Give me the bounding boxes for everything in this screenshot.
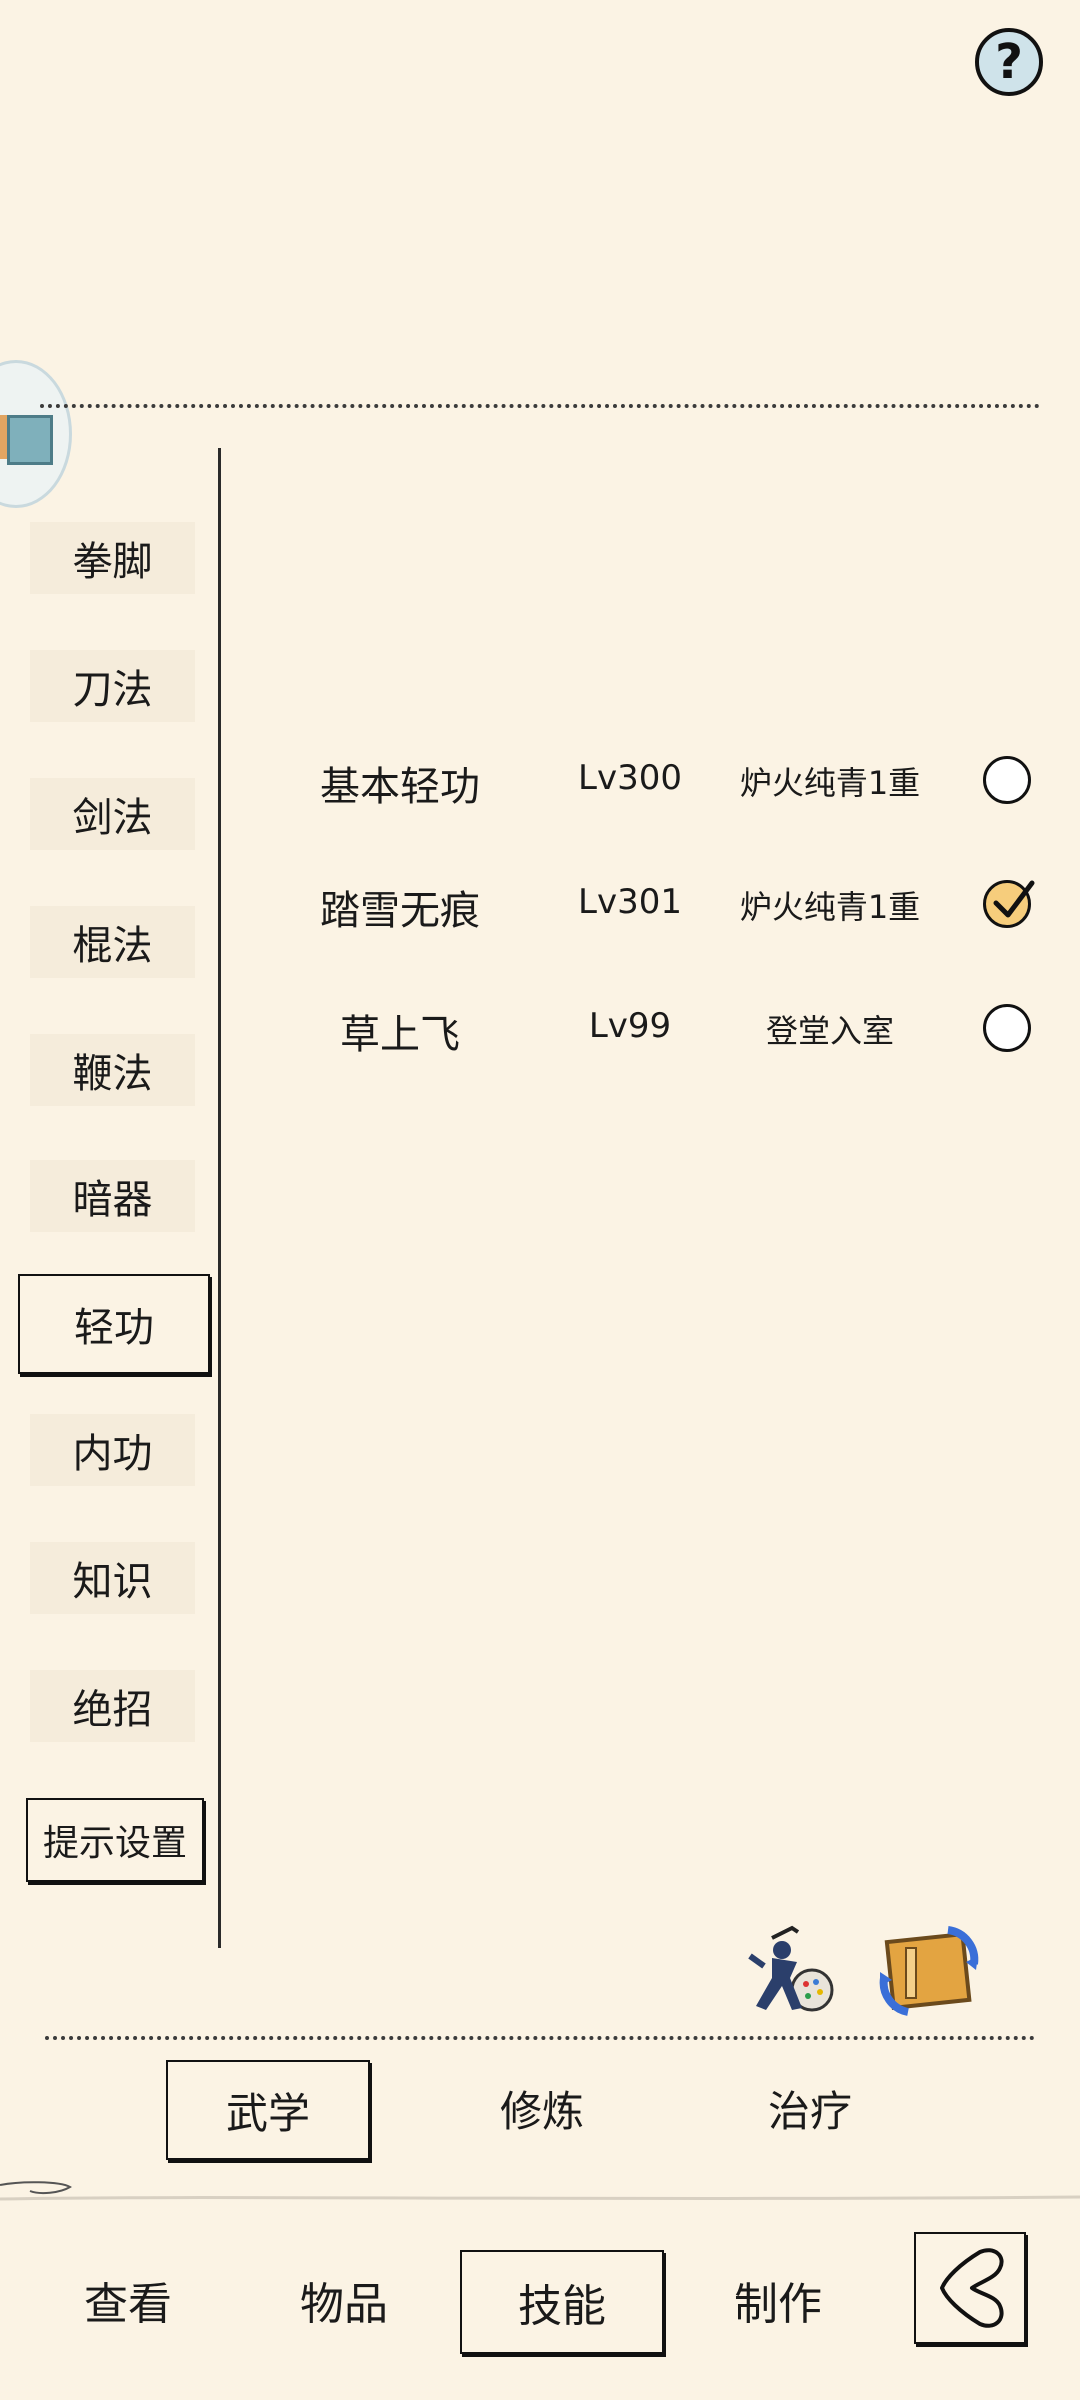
bottom-divider [45, 2036, 1035, 2040]
skill-select-radio[interactable] [983, 880, 1035, 928]
question-icon: ? [995, 34, 1023, 90]
back-button[interactable] [914, 2232, 1026, 2344]
skill-row[interactable]: 基本轻功 Lv300 炉火纯青1重 [260, 738, 1050, 818]
hint-settings-button[interactable]: 提示设置 [26, 1798, 204, 1882]
sidebar-item-anqi[interactable]: 暗器 [30, 1160, 195, 1232]
skill-level: Lv300 [578, 758, 682, 798]
skill-name: 草上飞 [340, 1012, 460, 1058]
sidebar-divider [218, 448, 221, 1948]
sidebar-item-qinggong[interactable]: 轻功 [18, 1274, 210, 1374]
back-arrow-icon [940, 2248, 1004, 2328]
skill-select-radio[interactable] [983, 1004, 1031, 1052]
sidebar-item-bianfa[interactable]: 鞭法 [30, 1034, 195, 1106]
tab-zhiliao[interactable]: 治疗 [710, 2060, 910, 2156]
checkmark-icon [993, 880, 1035, 918]
skill-row[interactable]: 踏雪无痕 Lv301 炉火纯青1重 [260, 862, 1050, 942]
skill-stage: 登堂入室 [765, 1012, 894, 1050]
avatar-block [7, 415, 53, 465]
skill-level: Lv301 [578, 882, 682, 922]
tab-xiulian[interactable]: 修炼 [442, 2060, 642, 2156]
skill-stage: 炉火纯青1重 [739, 888, 921, 926]
avatar[interactable] [0, 360, 72, 508]
nav-skills[interactable]: 技能 [460, 2250, 664, 2354]
sidebar-item-neigong[interactable]: 内功 [30, 1414, 195, 1486]
nav-view[interactable]: 查看 [28, 2250, 228, 2350]
sidebar-item-juezhao[interactable]: 绝招 [30, 1670, 195, 1742]
ninja-palette-icon[interactable] [742, 1918, 842, 2018]
skill-select-radio[interactable] [983, 756, 1031, 804]
help-button[interactable]: ? [975, 28, 1043, 96]
skill-name: 基本轻功 [320, 764, 480, 810]
sidebar-item-quanjiao[interactable]: 拳脚 [30, 522, 195, 594]
skill-level: Lv99 [588, 1006, 672, 1046]
skill-name: 踏雪无痕 [320, 888, 480, 934]
nav-items[interactable]: 物品 [244, 2250, 444, 2350]
sidebar-item-gunfa[interactable]: 棍法 [30, 906, 195, 978]
skill-stage: 炉火纯青1重 [739, 764, 921, 802]
sidebar-item-zhishi[interactable]: 知识 [30, 1542, 195, 1614]
brush-divider [0, 2181, 1080, 2201]
swap-scroll-icon[interactable] [878, 1920, 982, 2020]
top-divider [40, 404, 1040, 408]
sidebar-item-daofa[interactable]: 刀法 [30, 650, 195, 722]
nav-craft[interactable]: 制作 [678, 2250, 878, 2350]
sidebar-item-jianfa[interactable]: 剑法 [30, 778, 195, 850]
skill-row[interactable]: 草上飞 Lv99 登堂入室 [260, 986, 1050, 1066]
tab-wuxue[interactable]: 武学 [166, 2060, 370, 2160]
